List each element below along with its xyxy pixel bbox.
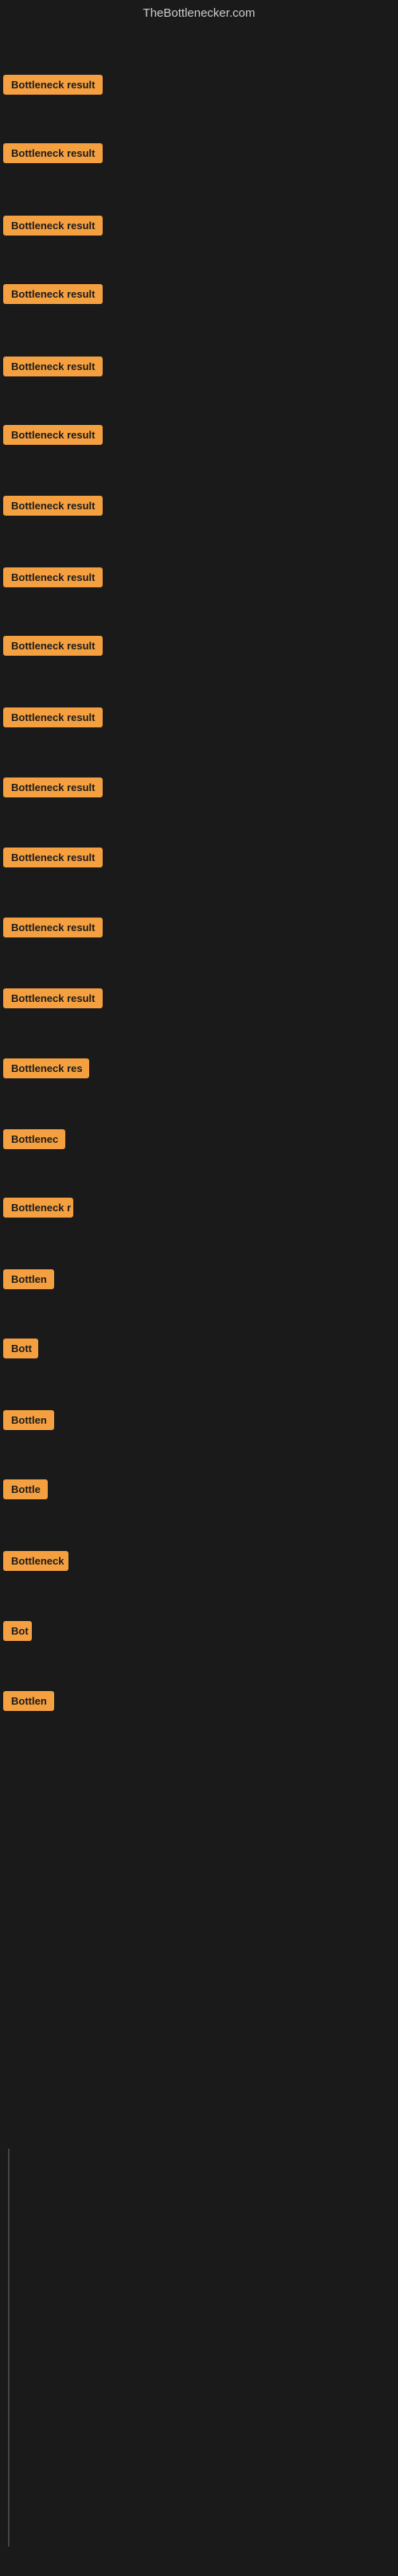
bottleneck-result-19[interactable]: Bott [3,1339,38,1358]
bottleneck-result-7[interactable]: Bottleneck result [3,496,103,516]
bottleneck-result-15[interactable]: Bottleneck res [3,1058,89,1078]
bottleneck-result-3[interactable]: Bottleneck result [3,216,103,236]
vertical-line [8,2149,10,2547]
bottleneck-result-5[interactable]: Bottleneck result [3,357,103,376]
bottleneck-result-17[interactable]: Bottleneck r [3,1198,73,1218]
bottleneck-result-9[interactable]: Bottleneck result [3,636,103,656]
bottleneck-result-8[interactable]: Bottleneck result [3,567,103,587]
bottleneck-result-4[interactable]: Bottleneck result [3,284,103,304]
bottleneck-result-21[interactable]: Bottle [3,1479,48,1499]
bottleneck-result-14[interactable]: Bottleneck result [3,988,103,1008]
bottleneck-result-6[interactable]: Bottleneck result [3,425,103,445]
bottleneck-result-11[interactable]: Bottleneck result [3,777,103,797]
bottleneck-result-23[interactable]: Bot [3,1621,32,1641]
site-title: TheBottlenecker.com [0,0,398,29]
bottleneck-result-2[interactable]: Bottleneck result [3,143,103,163]
results-container: Bottleneck result Bottleneck result Bottle… [0,29,398,2576]
bottleneck-result-18[interactable]: Bottlen [3,1269,54,1289]
bottleneck-result-13[interactable]: Bottleneck result [3,918,103,937]
bottleneck-result-12[interactable]: Bottleneck result [3,848,103,867]
bottleneck-result-10[interactable]: Bottleneck result [3,707,103,727]
bottleneck-result-24[interactable]: Bottlen [3,1691,54,1711]
bottleneck-result-22[interactable]: Bottleneck [3,1551,68,1571]
bottleneck-result-1[interactable]: Bottleneck result [3,75,103,95]
bottleneck-result-16[interactable]: Bottlenec [3,1129,65,1149]
bottleneck-result-20[interactable]: Bottlen [3,1410,54,1430]
